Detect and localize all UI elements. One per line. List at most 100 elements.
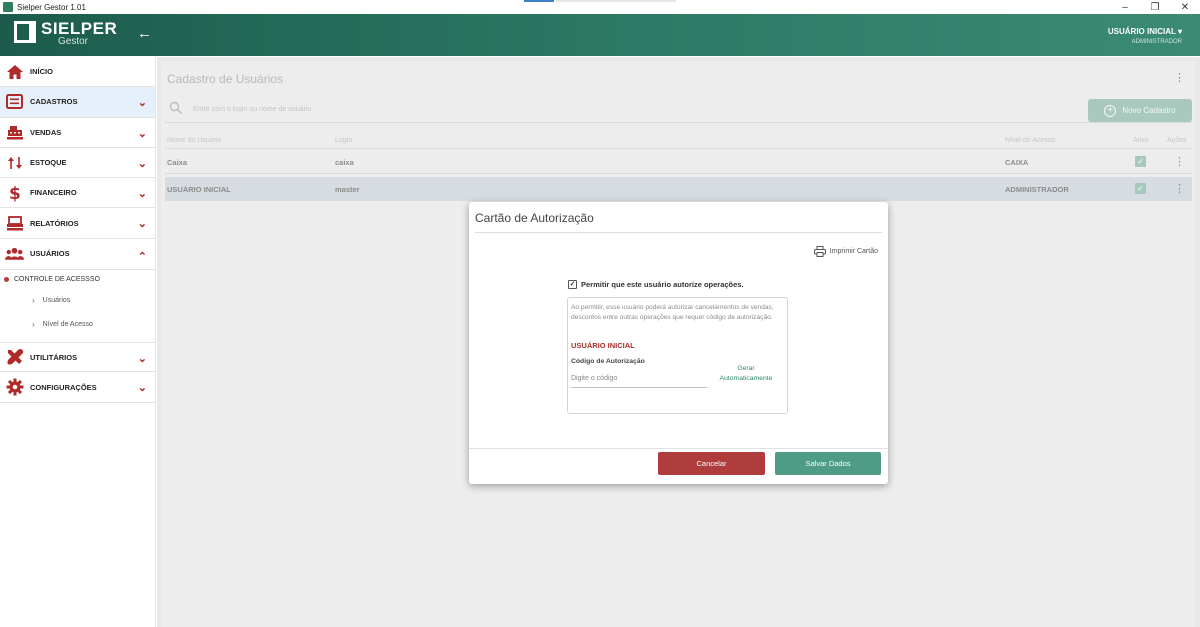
submenu-usuarios: CONTROLE DE ACESSSO › Usuários › Nível d… [0,269,155,336]
sidebar-item-label: UTILITÁRIOS [30,352,78,362]
sidebar-item-label: USUÁRIOS [30,249,70,259]
submenu-controle-acesso[interactable]: CONTROLE DE ACESSSO [0,270,155,288]
print-card-label: Imprimir Cartão [829,248,878,255]
chevron-down-icon[interactable]: ⌄ [138,381,147,394]
sidebar-item-usuarios[interactable]: USUÁRIOS ⌃ [0,239,155,269]
sidebar-item-label: FINANCEIRO [30,188,77,198]
user-menu[interactable]: USUÁRIO INICIAL ▾ ADMINISTRADOR [1108,27,1182,45]
sidebar-item-label: ESTOQUE [30,158,67,168]
sort-arrows-icon [5,154,24,172]
svg-text:$: $ [9,184,21,202]
sidebar-item-estoque[interactable]: ESTOQUE ⌄ [0,148,155,179]
window-controls: – ❐ ✕ [1110,2,1200,13]
save-button[interactable]: Salvar Dados [775,452,881,475]
permission-label: Permitir que este usuário autorize opera… [581,280,744,289]
bullet-dot-icon [4,276,9,282]
sidebar-item-inicio[interactable]: INÍCIO [0,57,155,88]
chevron-up-icon[interactable]: ⌃ [138,250,147,263]
chevron-right-icon: › [32,295,35,305]
column-header-login[interactable]: Login [335,137,352,144]
cell-level: ADMINISTRADOR [1005,185,1069,194]
search-input[interactable]: Entre com o login ou nome de usuário [193,106,311,113]
cell-name: USUÁRIO INICIAL [167,185,231,194]
cash-register-icon [5,123,24,141]
app-icon [3,2,13,12]
id-card-icon [5,93,24,111]
taskbar-track [556,0,676,2]
tools-icon [5,348,24,366]
dollar-icon: $ [5,184,24,202]
caret-down-icon: ▾ [1177,27,1182,36]
sidebar-item-label: CONFIGURAÇÕES [30,382,97,392]
close-button[interactable]: ✕ [1170,2,1200,13]
header-divider [165,148,1192,149]
search-icon [169,101,182,114]
column-header-actions: Ações [1167,137,1187,144]
cancel-button[interactable]: Cancelar [658,452,765,475]
report-icon [5,214,24,232]
generate-code-link[interactable]: Gerar Automaticamente [714,364,778,383]
submenu-title: CONTROLE DE ACESSSO [14,275,100,283]
sidebar-item-cadastros[interactable]: CADASTROS ⌄ [0,87,155,118]
chevron-down-icon[interactable]: ⌄ [138,157,147,170]
authorization-card-modal: Cartão de Autorização Imprimir Cartão ✓ … [469,202,888,484]
sidebar-item-label: INÍCIO [30,67,53,77]
submenu-item-label: Nível de Acesso [42,320,93,328]
plus-circle-icon: + [1104,104,1117,117]
column-header-level[interactable]: Nível de Acesso [1005,137,1055,144]
modal-divider [475,232,882,233]
authorization-code-input[interactable]: Digite o código [571,372,707,388]
permission-option[interactable]: ✓ Permitir que este usuário autorize ope… [568,280,744,289]
chevron-right-icon: › [32,319,35,329]
new-record-button[interactable]: + Novo Cadastro [1088,99,1192,122]
sidebar-item-label: VENDAS [30,127,62,137]
authorization-box: Ao permitir, esse usuário poderá autoriz… [567,297,788,414]
active-checkbox[interactable]: ✓ [1135,183,1146,194]
submenu-item-label: Usuários [42,296,71,304]
logo-mark-icon [14,21,36,43]
page-menu-kebab-icon[interactable]: ⋮ [1174,71,1185,84]
sidebar-item-relatorios[interactable]: RELATÓRIOS ⌄ [0,208,155,239]
active-checkbox[interactable]: ✓ [1135,156,1146,167]
submenu-item-nivel-acesso[interactable]: › Nível de Acesso [0,312,155,336]
app-header: SIELPER Gestor ← USUÁRIO INICIAL ▾ ADMIN… [0,14,1200,56]
window-titlebar: Sielper Gestor 1.01 – ❐ ✕ [0,0,1200,14]
back-arrow-icon[interactable]: ← [137,25,152,42]
minimize-button[interactable]: – [1110,2,1140,13]
sidebar: INÍCIO CADASTROS ⌄ VENDAS ⌄ ESTOQUE ⌄ $ … [0,57,156,627]
row-actions-kebab-icon[interactable]: ⋮ [1174,182,1185,195]
cell-name: Caixa [167,158,188,167]
sidebar-item-configuracoes[interactable]: CONFIGURAÇÕES ⌄ [0,372,155,403]
permission-checkbox[interactable]: ✓ [568,280,577,289]
sidebar-item-vendas[interactable]: VENDAS ⌄ [0,118,155,148]
cell-login: master [335,185,360,194]
chevron-down-icon[interactable]: ⌄ [138,127,147,140]
authorization-user-name: USUÁRIO INICIAL [571,341,635,350]
table-row[interactable]: USUÁRIO INICIAL master ADMINISTRADOR ✓ ⋮ [165,177,1192,201]
users-icon [5,245,24,263]
chevron-down-icon[interactable]: ⌄ [138,352,147,365]
sidebar-item-financeiro[interactable]: $ FINANCEIRO ⌄ [0,178,155,209]
window-title: Sielper Gestor 1.01 [17,2,86,12]
user-role: ADMINISTRADOR [1131,39,1182,45]
home-icon [5,63,24,81]
user-name: USUÁRIO INICIAL ▾ [1107,27,1182,36]
column-header-name[interactable]: Nome do Usuário [167,137,221,144]
table-row[interactable]: Caixa caixa CAIXA ✓ ⋮ [165,150,1192,174]
column-header-active[interactable]: Ativo [1133,137,1149,144]
print-card-button[interactable]: Imprimir Cartão [813,246,878,257]
chevron-down-icon[interactable]: ⌄ [138,217,147,230]
sidebar-item-utilitarios[interactable]: UTILITÁRIOS ⌄ [0,342,155,373]
modal-footer-divider [469,448,888,449]
restore-button[interactable]: ❐ [1140,2,1170,13]
row-actions-kebab-icon[interactable]: ⋮ [1174,155,1185,168]
cell-login: caixa [335,158,354,167]
search-bar: Entre com o login ou nome de usuário [165,97,1192,123]
page-title: Cadastro de Usuários [167,72,284,86]
cell-level: CAIXA [1005,158,1029,167]
submenu-item-usuarios[interactable]: › Usuários [0,288,155,312]
chevron-down-icon[interactable]: ⌄ [138,187,147,200]
new-record-label: Novo Cadastro [1122,106,1176,115]
chevron-down-icon[interactable]: ⌄ [138,96,147,109]
authorization-code-label: Código de Autorização [571,358,645,365]
